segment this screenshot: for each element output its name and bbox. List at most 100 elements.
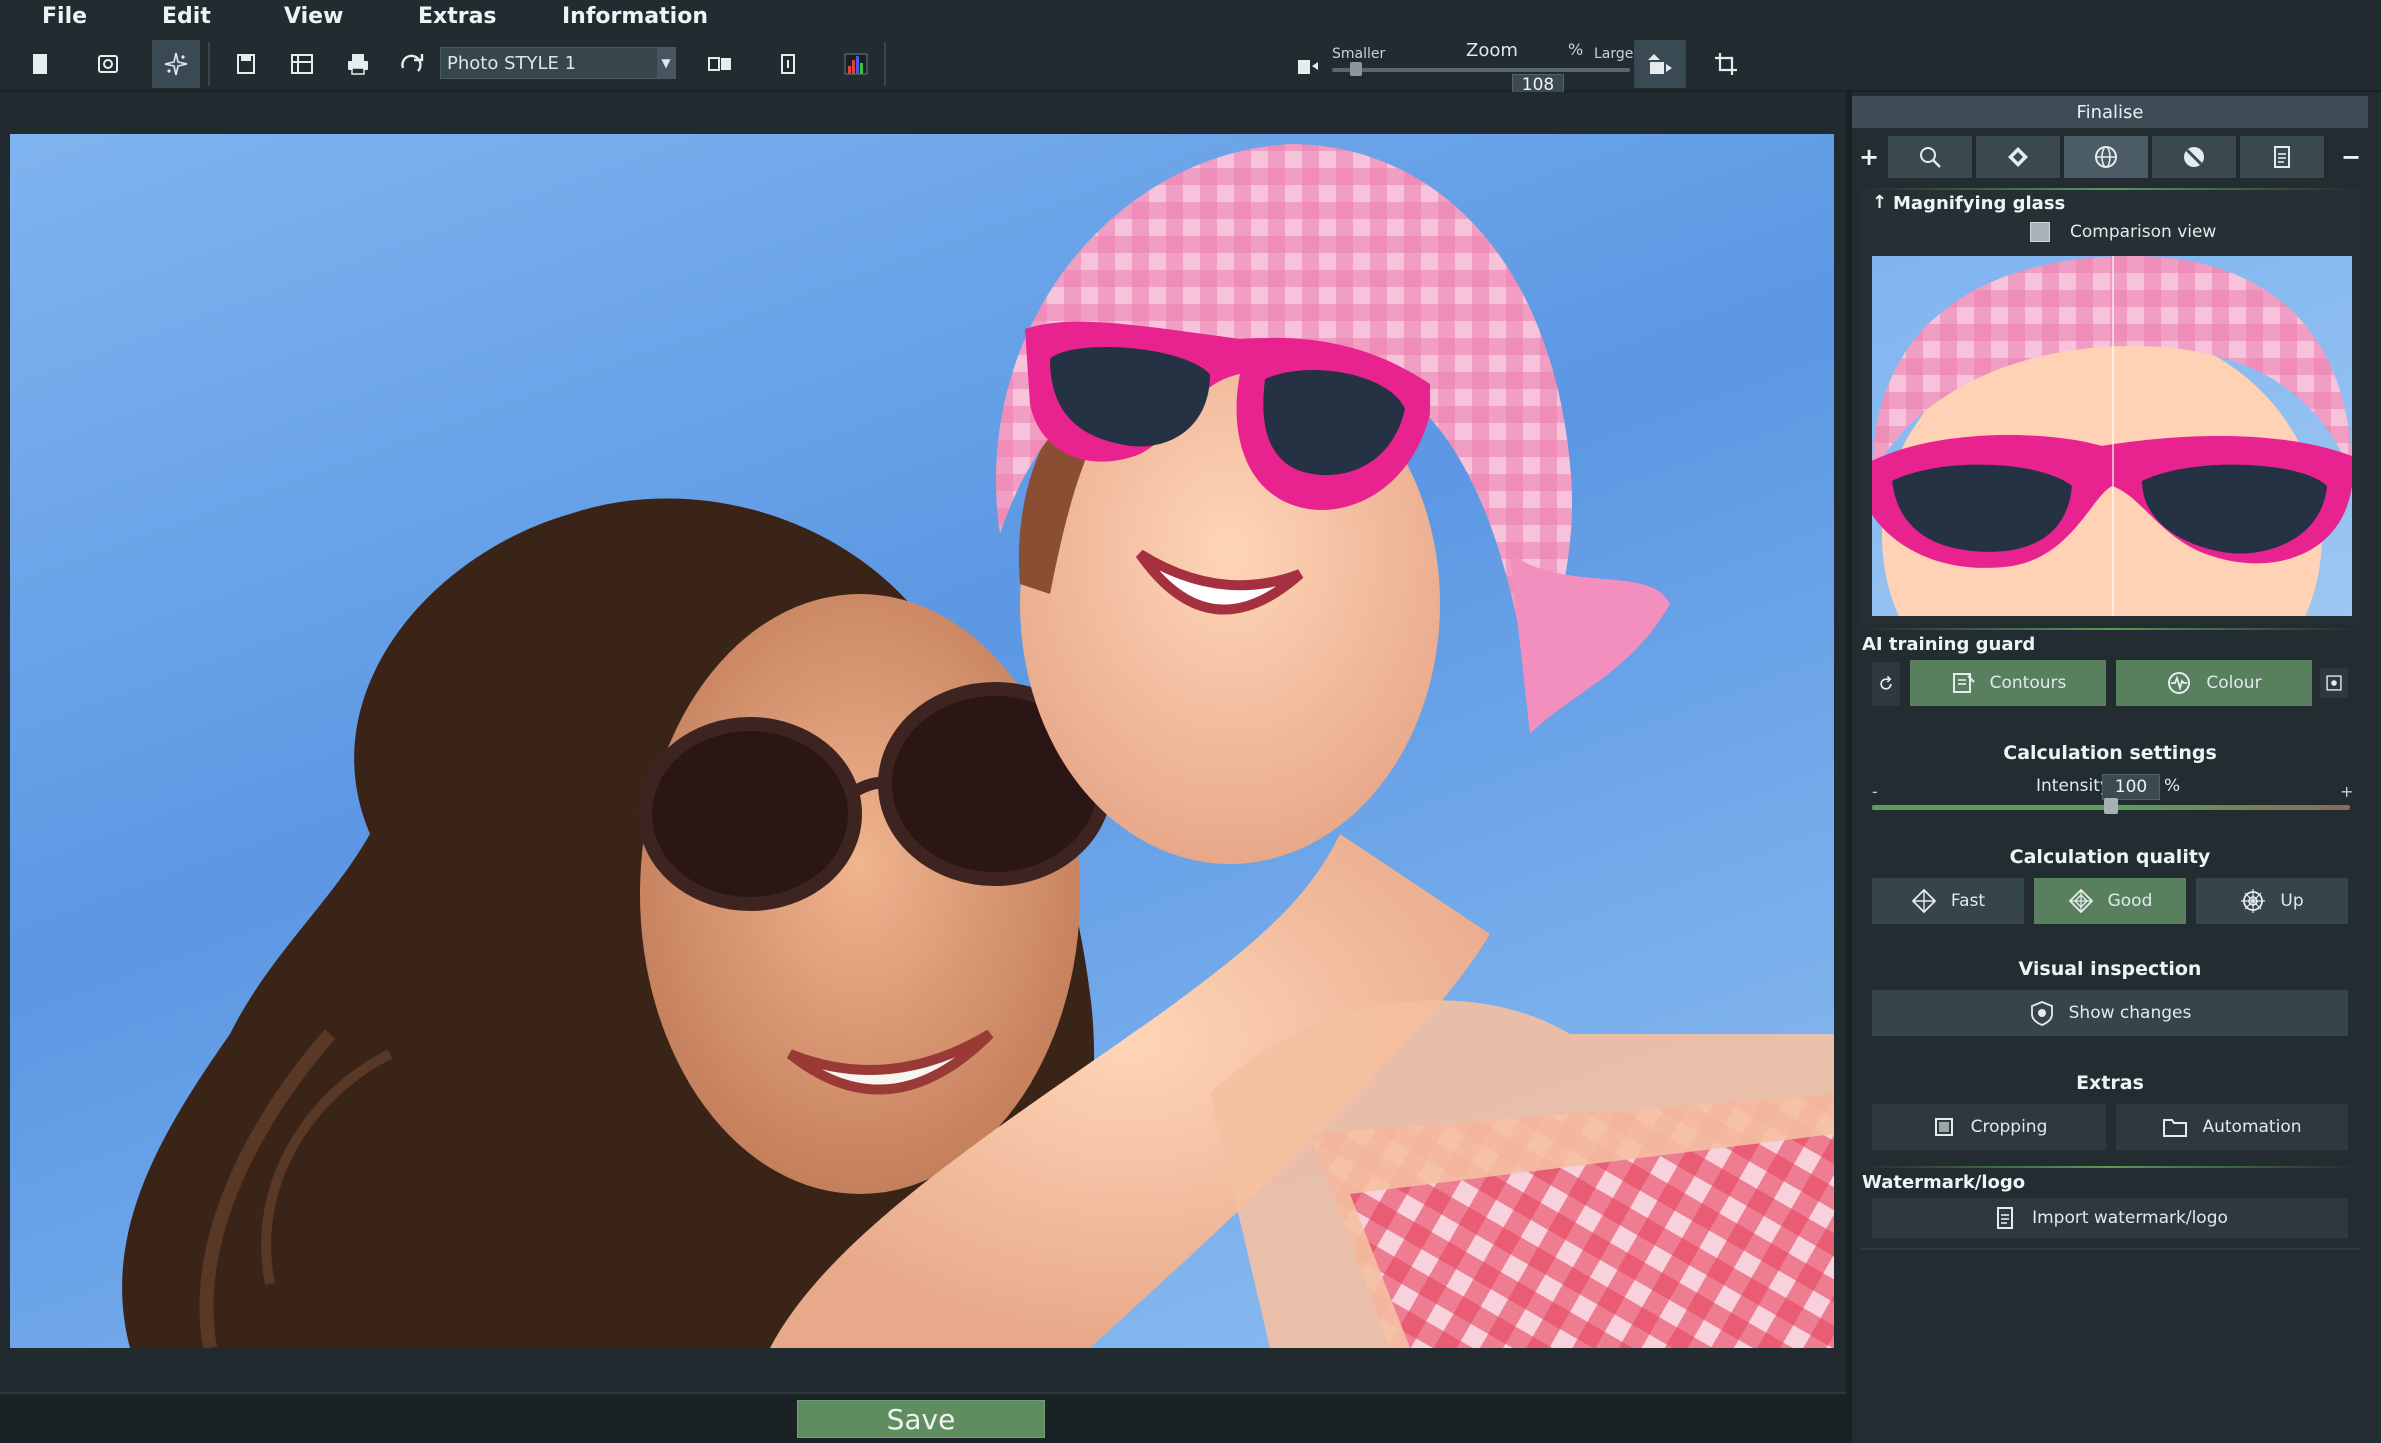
extras-title: Extras: [2076, 1072, 2144, 1094]
comparison-view-checkbox[interactable]: [2030, 222, 2050, 242]
toolbar: Photo STYLE 1 ▼ Smaller Zoom 108 % Large…: [0, 36, 2381, 96]
photo-image: [122, 144, 1834, 1348]
diamond-icon: [2008, 147, 2028, 167]
zoom-larger-label: Larger: [1594, 46, 1640, 62]
zoom-out-icon: [1298, 60, 1318, 74]
zoom-label: Zoom: [1466, 40, 1518, 61]
show-changes-button[interactable]: Show changes: [1872, 990, 2348, 1036]
automation-label: Automation: [2202, 1117, 2302, 1137]
settings-dot-icon: [2326, 675, 2342, 691]
intensity-label: Intensity: [2036, 776, 2110, 796]
histogram-button[interactable]: [832, 40, 880, 88]
ai-guard-title: AI training guard: [1862, 634, 2036, 655]
panel-header-finalise: Finalise: [1852, 96, 2368, 128]
calc-settings-title: Calculation settings: [2003, 742, 2217, 764]
fit-rotate-button[interactable]: [1702, 40, 1750, 88]
share-arrow-icon: [401, 54, 424, 72]
preset-value: Photo STYLE 1: [447, 52, 577, 74]
contours-label: Contours: [1989, 673, 2067, 693]
info-panel-button[interactable]: [764, 40, 812, 88]
app-window: File Edit View Extras Information Photo: [0, 0, 2381, 1443]
preview-divider[interactable]: [2112, 256, 2114, 616]
panel-bottom-divider: [1860, 1248, 2360, 1250]
crop-rotate-icon: [1715, 53, 1737, 75]
comparison-view-label: Comparison view: [2070, 222, 2217, 242]
tab-magnifier[interactable]: [1888, 136, 1972, 178]
share-button[interactable]: [388, 40, 436, 88]
photo-canvas[interactable]: [10, 134, 1834, 1348]
quality-fast-label: Fast: [1950, 891, 1986, 911]
compare-mode-button[interactable]: [690, 40, 750, 88]
zoom-slider-thumb[interactable]: [1350, 62, 1362, 76]
zoom-out-button[interactable]: [1282, 40, 1330, 88]
quality-fast-button[interactable]: Fast: [1872, 878, 2024, 924]
floppy-multi-icon: [291, 54, 313, 74]
automation-button[interactable]: Automation: [2116, 1104, 2348, 1150]
menu-information[interactable]: Information: [562, 4, 708, 29]
intensity-min-sign: -: [1872, 782, 1878, 801]
ai-guard-refresh-button[interactable]: [1872, 662, 1900, 706]
expand-all-button[interactable]: +: [1854, 136, 1884, 178]
intensity-value-input[interactable]: 100: [2102, 774, 2160, 800]
contours-icon: [1952, 673, 1975, 693]
tab-watermark[interactable]: [2240, 136, 2324, 178]
intensity-slider-thumb[interactable]: [2104, 798, 2118, 814]
magnifier-title: Magnifying glass: [1893, 193, 2066, 214]
colour-label: Colour: [2206, 673, 2262, 693]
menu-file[interactable]: File: [42, 4, 87, 29]
menu-view[interactable]: View: [284, 4, 343, 29]
visual-inspection-title: Visual inspection: [2018, 958, 2202, 980]
zoom-in-icon: [1648, 54, 1672, 74]
quality-good-button[interactable]: Good: [2034, 878, 2186, 924]
tab-ai-guard[interactable]: [1976, 136, 2060, 178]
split-view-icon: [708, 57, 731, 71]
section-divider: [1860, 1166, 2360, 1168]
print-button[interactable]: [334, 40, 382, 88]
calc-quality-title: Calculation quality: [2009, 846, 2211, 868]
menu-bar: File Edit View Extras Information: [0, 0, 2381, 36]
open-image-button[interactable]: [84, 40, 132, 88]
collapse-all-button[interactable]: −: [2336, 136, 2366, 178]
folder-icon: [2163, 1119, 2188, 1137]
zoom-smaller-label: Smaller: [1332, 46, 1386, 62]
ai-guard-options-button[interactable]: [2320, 668, 2348, 698]
section-divider: [1860, 628, 2360, 630]
quality-up-button[interactable]: Up: [2196, 878, 2348, 924]
preset-select[interactable]: Photo STYLE 1 ▼: [440, 47, 676, 79]
eye-shield-icon: [2030, 1001, 2053, 1026]
magnifier-collapse-icon[interactable]: ↑: [1872, 192, 1887, 213]
menu-edit[interactable]: Edit: [162, 4, 211, 29]
crop-icon: [1934, 1118, 1953, 1136]
toolbar-separator: [208, 42, 210, 86]
zoom-in-button[interactable]: [1634, 40, 1686, 88]
quality-good-label: Good: [2107, 891, 2153, 911]
tab-inspection[interactable]: [2152, 136, 2236, 178]
menu-extras[interactable]: Extras: [418, 4, 497, 29]
crosshair-icon: [1911, 888, 1937, 914]
cropping-button[interactable]: Cropping: [1872, 1104, 2106, 1150]
zoom-unit: %: [1568, 40, 1584, 59]
import-watermark-button[interactable]: Import watermark/logo: [1872, 1198, 2348, 1238]
info-card-icon: [781, 54, 795, 74]
waveform-icon: [2168, 672, 2191, 694]
histogram-icon: [844, 53, 868, 75]
show-changes-label: Show changes: [2068, 1003, 2192, 1023]
contours-button[interactable]: Contours: [1910, 660, 2106, 706]
save-as-button[interactable]: [278, 40, 326, 88]
document-icon: [33, 54, 47, 74]
no-edit-icon: [2184, 147, 2204, 167]
zoom-slider-track[interactable]: [1332, 68, 1630, 72]
save-file-button[interactable]: [222, 40, 270, 88]
save-button[interactable]: Save: [797, 1400, 1045, 1438]
colour-button[interactable]: Colour: [2116, 660, 2312, 706]
intensity-max-sign: +: [2340, 782, 2354, 801]
refresh-icon: [1880, 675, 1892, 690]
magnifier-icon: [1920, 147, 1941, 168]
document-lines-icon: [2274, 146, 2290, 168]
watermark-title: Watermark/logo: [1862, 1172, 2026, 1193]
optimize-button[interactable]: [152, 40, 200, 88]
diamond-grid-icon: [2068, 888, 2093, 914]
new-document-button[interactable]: [16, 40, 64, 88]
printer-icon: [348, 54, 368, 75]
tab-calculation[interactable]: [2064, 136, 2148, 178]
